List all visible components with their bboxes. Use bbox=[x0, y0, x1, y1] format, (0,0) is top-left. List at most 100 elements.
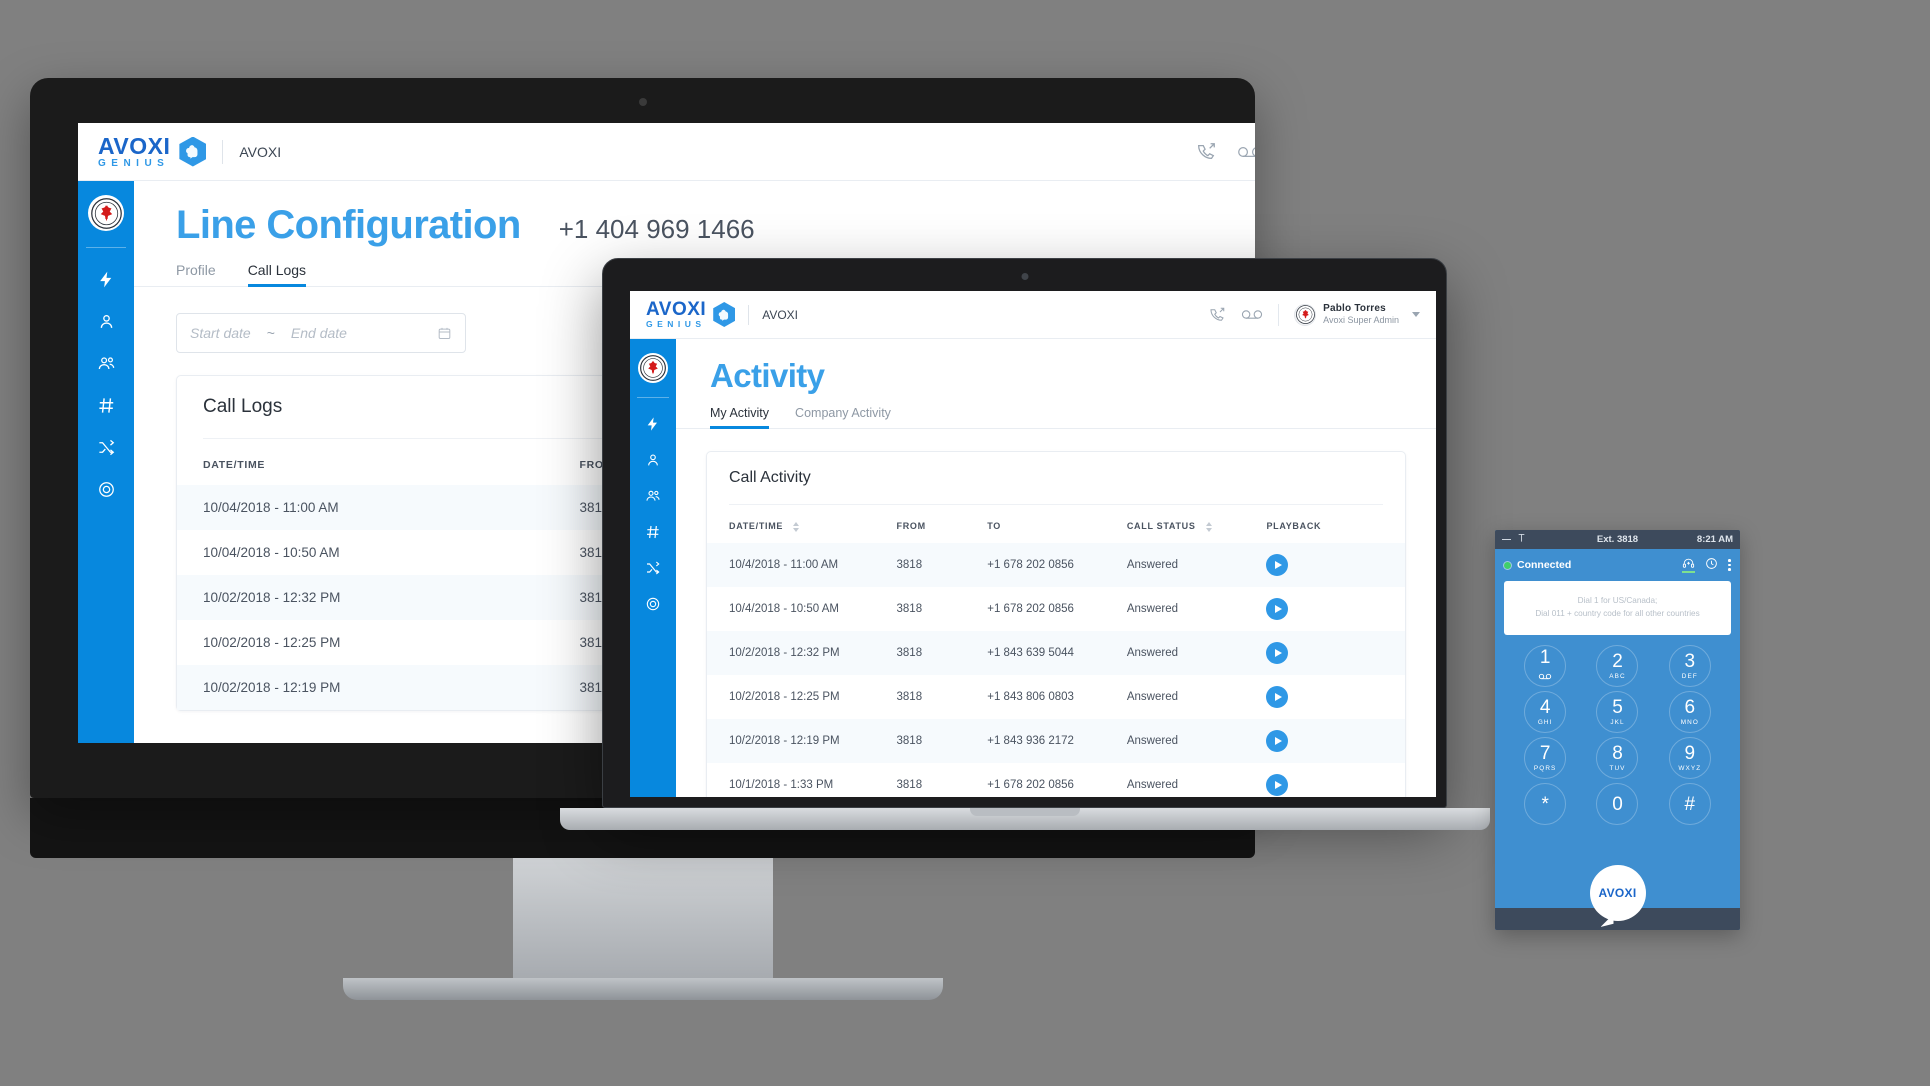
sidebar-item-teams[interactable] bbox=[630, 478, 676, 514]
end-date-input[interactable]: End date bbox=[291, 325, 347, 341]
keypad-key-6[interactable]: 6 MNO bbox=[1668, 691, 1711, 733]
col-to[interactable]: TO bbox=[965, 505, 1105, 543]
call-history-clock-icon[interactable] bbox=[1705, 557, 1718, 573]
call-button-label: AVOXI bbox=[1598, 886, 1637, 900]
sidebar-item-call-routing[interactable] bbox=[78, 426, 134, 468]
laptop-topbar-actions: Pablo Torres Avoxi Super Admin bbox=[1208, 303, 1420, 327]
tab-call-logs[interactable]: Call Logs bbox=[247, 262, 307, 287]
cell-datetime: 10/2/2018 - 12:19 PM bbox=[729, 734, 840, 747]
keypad-key-4[interactable]: 4 GHI bbox=[1524, 691, 1567, 733]
chevron-down-icon[interactable] bbox=[1412, 312, 1420, 317]
start-date-input[interactable]: Start date bbox=[190, 325, 251, 341]
col-datetime-label: DATE/TIME bbox=[729, 521, 784, 531]
keypad-key-6-letters: MNO bbox=[1680, 719, 1699, 726]
sidebar-item-activity[interactable] bbox=[78, 258, 134, 300]
keypad-key-0[interactable]: 0 bbox=[1596, 783, 1639, 825]
keypad-key-8[interactable]: 8 TUV bbox=[1596, 737, 1639, 779]
sidebar-item-users[interactable] bbox=[78, 300, 134, 342]
dialer-keypad: 1 2 ABC 3 DEF 4 GHI 5 JKL 6 MNO 7 PQRS 8… bbox=[1495, 635, 1740, 825]
outgoing-call-icon[interactable] bbox=[1195, 141, 1217, 163]
keypad-key-hash[interactable]: # bbox=[1668, 783, 1711, 825]
keypad-key-0-number: 0 bbox=[1612, 793, 1623, 815]
user-role: Avoxi Super Admin bbox=[1323, 315, 1399, 326]
avoxi-genius-logo[interactable]: AVOXI GENIUS bbox=[98, 132, 207, 169]
keypad-key-9-letters: WXYZ bbox=[1678, 765, 1702, 772]
sidebar-account-crest[interactable] bbox=[88, 195, 124, 231]
col-datetime[interactable]: DATE/TIME bbox=[177, 439, 554, 485]
status-badge: Connected bbox=[1517, 559, 1572, 571]
keypad-key-5[interactable]: 5 JKL bbox=[1596, 691, 1639, 733]
play-button[interactable] bbox=[1266, 773, 1289, 796]
sidebar-item-users[interactable] bbox=[630, 442, 676, 478]
call-activity-card-title: Call Activity bbox=[729, 469, 811, 486]
avatar bbox=[1294, 303, 1317, 326]
table-row[interactable]: 10/4/2018 - 10:50 AM 3818 +1 678 202 085… bbox=[707, 587, 1405, 631]
pin-icon[interactable] bbox=[1517, 533, 1526, 546]
sidebar-item-recordings[interactable] bbox=[78, 468, 134, 510]
cell-playback bbox=[1244, 719, 1405, 763]
sidebar-account-crest[interactable] bbox=[638, 353, 668, 383]
dialer-status-actions bbox=[1682, 557, 1731, 573]
kebab-menu-icon[interactable] bbox=[1728, 559, 1731, 571]
play-button[interactable] bbox=[1266, 553, 1289, 576]
dialer-number-input[interactable]: Dial 1 for US/Canada; Dial 011 + country… bbox=[1504, 581, 1731, 635]
keypad-key-9[interactable]: 9 WXYZ bbox=[1668, 737, 1711, 779]
table-row[interactable]: 10/1/2018 - 1:33 PM 3818 +1 678 202 0856… bbox=[707, 763, 1405, 797]
keypad-key-9-number: 9 bbox=[1684, 743, 1696, 764]
keypad-key-7[interactable]: 7 PQRS bbox=[1524, 737, 1567, 779]
tab-company-activity[interactable]: Company Activity bbox=[795, 406, 891, 429]
desktop-topbar-actions: PABLO TORRES Avoxi Super Admin bbox=[1195, 138, 1255, 166]
cell-status: Answered bbox=[1126, 602, 1178, 615]
voicemail-icon[interactable] bbox=[1241, 308, 1263, 321]
play-button[interactable] bbox=[1266, 729, 1289, 752]
logo-avoxi-text: AVOXI bbox=[98, 132, 171, 159]
sidebar-item-activity[interactable] bbox=[630, 406, 676, 442]
col-playback[interactable]: PLAYBACK bbox=[1244, 505, 1405, 543]
keypad-key-2-letters: ABC bbox=[1609, 673, 1626, 680]
keypad-key-7-letters: PQRS bbox=[1533, 765, 1557, 772]
cell-datetime: 10/4/2018 - 11:00 AM bbox=[729, 558, 839, 571]
col-from[interactable]: FROM bbox=[875, 505, 966, 543]
mockup-stage: AVOXI GENIUS AVOXI Line Configuration +1… bbox=[0, 0, 1930, 1086]
sidebar-item-teams[interactable] bbox=[78, 342, 134, 384]
sort-icon[interactable] bbox=[793, 521, 800, 532]
tab-my-activity[interactable]: My Activity bbox=[710, 406, 770, 429]
voicemail-icon[interactable] bbox=[1237, 144, 1255, 160]
cell-datetime: 10/1/2018 - 1:33 PM bbox=[729, 778, 834, 791]
user-menu[interactable]: Pablo Torres Avoxi Super Admin bbox=[1294, 303, 1420, 327]
sidebar-item-numbers[interactable] bbox=[78, 384, 134, 426]
play-button[interactable] bbox=[1266, 685, 1289, 708]
play-button[interactable] bbox=[1266, 641, 1289, 664]
keypad-key-5-letters: JKL bbox=[1610, 719, 1625, 726]
cell-datetime: 10/2/2018 - 12:25 PM bbox=[729, 690, 840, 703]
keypad-key-4-number: 4 bbox=[1539, 697, 1551, 718]
table-row[interactable]: 10/2/2018 - 12:32 PM 3818 +1 843 639 504… bbox=[707, 630, 1405, 675]
sort-icon[interactable] bbox=[1205, 521, 1212, 532]
keypad-key-3[interactable]: 3 DEF bbox=[1668, 645, 1711, 687]
account-name: AVOXI bbox=[762, 307, 799, 322]
avoxi-genius-logo[interactable]: AVOXI GENIUS bbox=[646, 300, 736, 329]
play-button[interactable] bbox=[1266, 597, 1289, 620]
keypad-key-2[interactable]: 2 ABC bbox=[1596, 645, 1639, 687]
call-button[interactable]: AVOXI bbox=[1589, 865, 1646, 921]
outgoing-call-icon[interactable] bbox=[1208, 306, 1226, 324]
table-row[interactable]: 10/2/2018 - 12:25 PM 3818 +1 843 806 080… bbox=[707, 675, 1405, 719]
tab-profile[interactable]: Profile bbox=[176, 262, 216, 287]
cell-datetime: 10/02/2018 - 12:19 PM bbox=[203, 680, 341, 695]
minimize-icon[interactable] bbox=[1502, 538, 1511, 541]
keypad-key-1[interactable]: 1 bbox=[1524, 645, 1567, 687]
dialer-extension: Ext. 3818 bbox=[1596, 534, 1639, 545]
keypad-key-star[interactable]: * bbox=[1524, 783, 1567, 825]
table-row[interactable]: 10/2/2018 - 12:19 PM 3818 +1 843 936 217… bbox=[707, 718, 1405, 763]
col-datetime[interactable]: DATE/TIME bbox=[707, 505, 875, 543]
date-range-picker[interactable]: Start date ~ End date bbox=[176, 313, 466, 353]
keypad-key-3-number: 3 bbox=[1684, 651, 1696, 672]
table-header-row: DATE/TIME FROM TO CALL STATUS bbox=[707, 505, 1405, 543]
add-headset-icon[interactable] bbox=[1682, 557, 1696, 573]
table-row[interactable]: 10/4/2018 - 11:00 AM 3818 +1 678 202 085… bbox=[707, 542, 1405, 587]
calendar-icon[interactable] bbox=[437, 326, 452, 341]
sidebar-item-call-routing[interactable] bbox=[630, 550, 676, 586]
sidebar-item-recordings[interactable] bbox=[630, 586, 676, 622]
col-call-status[interactable]: CALL STATUS bbox=[1105, 505, 1245, 543]
sidebar-item-numbers[interactable] bbox=[630, 514, 676, 550]
